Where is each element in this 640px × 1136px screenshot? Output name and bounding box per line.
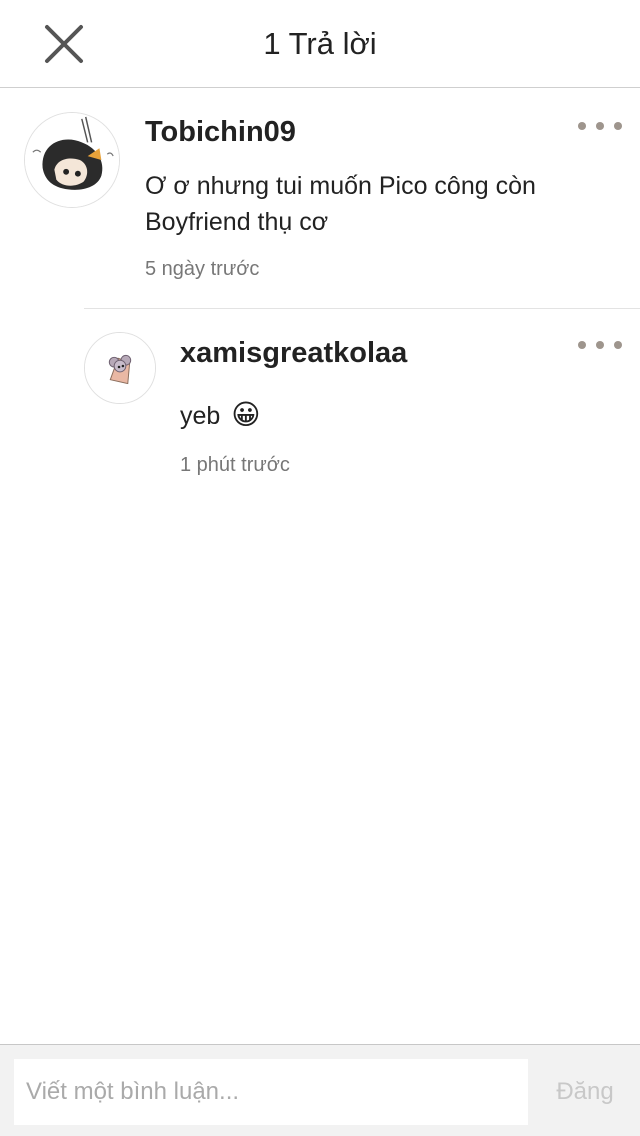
comment-timestamp: 5 ngày trước: [145, 258, 260, 280]
anime-avatar-image: [25, 113, 119, 207]
koala-avatar-image: [85, 333, 155, 403]
reply-username[interactable]: xamisgreatkolaa: [180, 337, 407, 370]
reply-text: yeb 😀: [180, 397, 600, 434]
post-button[interactable]: Đăng: [540, 1059, 630, 1125]
grinning-emoji-icon: 😀: [231, 399, 261, 430]
comment-text-line: Boyfriend thụ cơ: [145, 208, 329, 236]
comment-username[interactable]: Tobichin09: [145, 116, 296, 149]
comment-composer: Đăng: [0, 1044, 640, 1136]
more-dot-icon: [614, 341, 622, 349]
comment-input[interactable]: [14, 1059, 528, 1125]
more-dot-icon: [596, 341, 604, 349]
more-dot-icon: [614, 122, 622, 130]
reply-more-button[interactable]: [578, 335, 622, 355]
avatar[interactable]: [84, 332, 156, 404]
parent-comment: Tobichin09 Ơ ơ nhưng tui muốn Pico công …: [0, 88, 640, 308]
more-dot-icon: [578, 341, 586, 349]
comment-more-button[interactable]: [578, 116, 622, 136]
more-dot-icon: [578, 122, 586, 130]
more-dot-icon: [596, 122, 604, 130]
reply-timestamp: 1 phút trước: [180, 454, 290, 476]
header-bar: 1 Trả lời: [0, 0, 640, 88]
reply-comment: xamisgreatkolaa yeb 😀 1 phút trước: [0, 309, 640, 509]
reply-text-content: yeb: [180, 402, 221, 430]
page-title: 1 Trả lời: [263, 26, 377, 61]
comment-text: Ơ ơ nhưng tui muốn Pico công còn Boyfrie…: [145, 168, 615, 240]
avatar[interactable]: [24, 112, 120, 208]
comment-text-line: Ơ ơ nhưng tui muốn Pico công còn: [145, 172, 536, 200]
